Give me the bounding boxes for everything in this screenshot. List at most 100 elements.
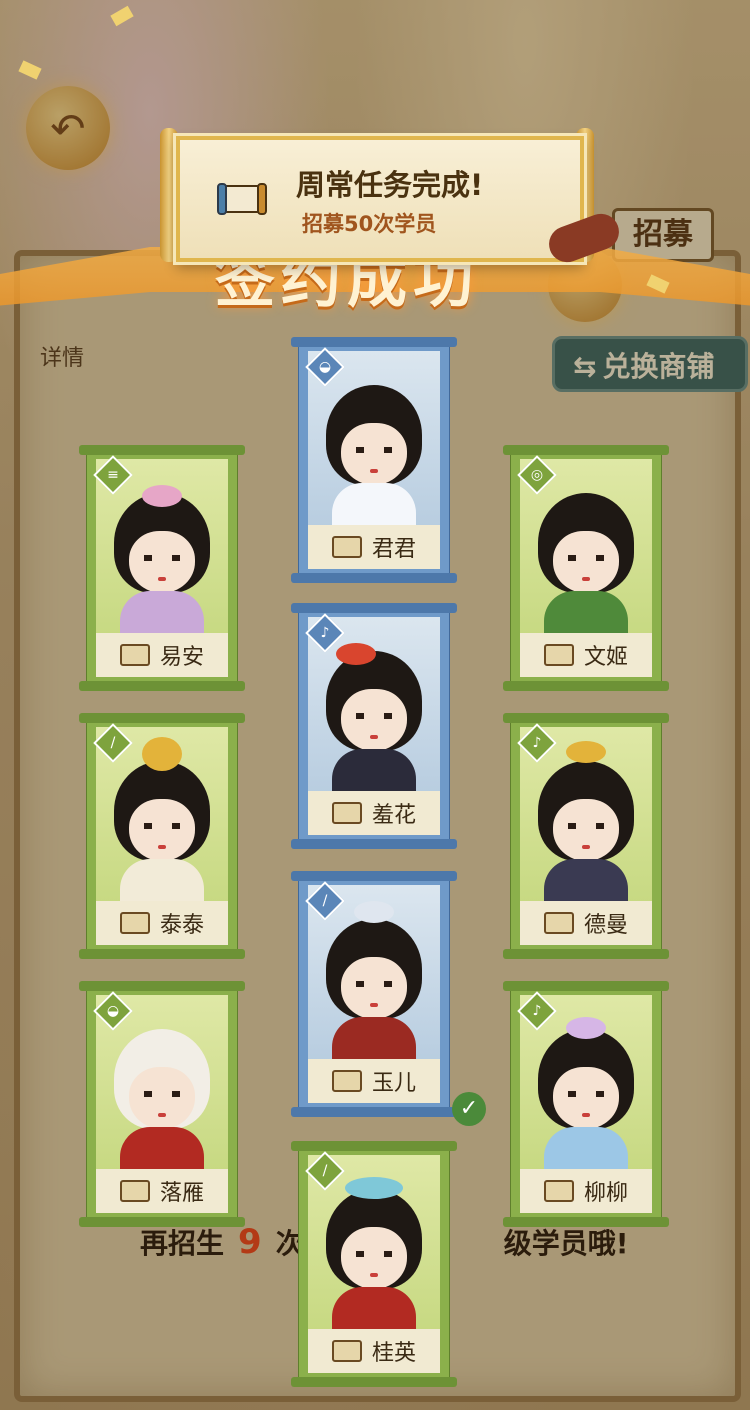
portrait-outfit — [544, 1127, 628, 1175]
card-rod — [79, 681, 245, 691]
scroll-icon — [119, 1180, 150, 1202]
recruit-hint-prefix: 再招生 — [140, 1227, 225, 1260]
portrait-eyes — [356, 981, 392, 987]
portrait-outfit — [544, 591, 628, 639]
portrait-lips — [582, 577, 590, 581]
card-rod — [503, 681, 669, 691]
portrait-eyes — [356, 1251, 392, 1257]
scroll-icon — [119, 644, 150, 666]
student-name: 落雁 — [159, 1181, 204, 1206]
task-complete-toast: 周常任务完成! 招募50次学员 — [176, 136, 584, 262]
recruit-hint-count: 9 — [238, 1222, 262, 1262]
toast-title: 周常任务完成! — [296, 168, 484, 202]
portrait-crown — [566, 741, 606, 763]
student-name: 泰泰 — [159, 913, 204, 938]
student-card[interactable]: ≡ 易安 — [79, 445, 245, 691]
student-card[interactable]: ◒ 君君 — [291, 337, 457, 583]
portrait-face — [341, 1227, 407, 1289]
card-rod — [291, 337, 457, 347]
check-icon: ✓ — [452, 1092, 486, 1126]
portrait-face — [129, 1067, 195, 1129]
student-namebar: 泰泰 — [96, 901, 228, 945]
scroll-icon — [331, 1340, 362, 1362]
portrait-lips — [370, 1273, 378, 1277]
card-rod — [291, 839, 457, 849]
student-card[interactable]: ◎ 文姬 — [503, 445, 669, 691]
portrait-lips — [158, 1113, 166, 1117]
card-rod — [291, 603, 457, 613]
card-rod — [79, 949, 245, 959]
student-name: 君君 — [371, 537, 416, 562]
card-rod — [291, 573, 457, 583]
student-namebar: 落雁 — [96, 1169, 228, 1213]
portrait-eyes — [568, 823, 604, 829]
card-rod — [503, 981, 669, 991]
recruit-hint-suffix: 级学员哦! — [503, 1227, 629, 1260]
scroll-icon — [331, 1070, 362, 1092]
student-namebar: 玉儿 — [308, 1059, 440, 1103]
scroll-icon — [119, 912, 150, 934]
portrait-lips — [582, 845, 590, 849]
card-rod — [503, 445, 669, 455]
portrait-face — [341, 423, 407, 485]
student-name: 桂英 — [371, 1341, 416, 1366]
card-rod — [503, 949, 669, 959]
portrait-face — [129, 531, 195, 593]
student-card[interactable]: / 泰泰 — [79, 713, 245, 959]
portrait-crown — [142, 737, 182, 771]
card-rod — [291, 1107, 457, 1117]
portrait-eyes — [144, 555, 180, 561]
student-name: 易安 — [159, 645, 204, 670]
student-namebar: 易安 — [96, 633, 228, 677]
card-rod — [503, 713, 669, 723]
student-name: 玉儿 — [371, 1071, 416, 1096]
portrait-face — [553, 799, 619, 861]
student-name: 文姬 — [583, 645, 628, 670]
student-namebar: 君君 — [308, 525, 440, 569]
portrait-outfit — [120, 1127, 204, 1175]
student-card[interactable]: ♪ 德曼 — [503, 713, 669, 959]
portrait-outfit — [120, 859, 204, 907]
scroll-icon — [543, 644, 574, 666]
portrait-eyes — [144, 1091, 180, 1097]
portrait-face — [553, 1067, 619, 1129]
portrait-lips — [158, 577, 166, 581]
portrait-eyes — [568, 555, 604, 561]
portrait-eyes — [144, 823, 180, 829]
card-rod — [79, 981, 245, 991]
student-namebar: 柳柳 — [520, 1169, 652, 1213]
student-card[interactable]: ♪ 羞花 — [291, 603, 457, 849]
portrait-outfit — [332, 1017, 416, 1065]
student-namebar: 文姬 — [520, 633, 652, 677]
card-rod — [291, 1141, 457, 1151]
portrait-outfit — [120, 591, 204, 639]
student-card[interactable]: / 玉儿 — [291, 871, 457, 1117]
scroll-icon — [543, 1180, 574, 1202]
portrait-outfit — [332, 483, 416, 531]
student-card[interactable]: ◒ 落雁 — [79, 981, 245, 1227]
portrait-lips — [582, 1113, 590, 1117]
portrait-face — [129, 799, 195, 861]
student-namebar: 桂英 — [308, 1329, 440, 1373]
student-namebar: 德曼 — [520, 901, 652, 945]
portrait-face — [553, 531, 619, 593]
portrait-face — [341, 957, 407, 1019]
card-rod — [79, 713, 245, 723]
portrait-hair-ornament — [566, 1017, 606, 1039]
portrait-lips — [158, 845, 166, 849]
student-name: 羞花 — [371, 803, 416, 828]
portrait-face — [341, 689, 407, 751]
portrait-crown — [354, 901, 394, 923]
student-name: 德曼 — [583, 913, 628, 938]
student-card[interactable]: ♪ 柳柳 — [503, 981, 669, 1227]
portrait-eyes — [356, 713, 392, 719]
scroll-icon — [217, 183, 267, 215]
student-name: 柳柳 — [583, 1181, 628, 1206]
portrait-lips — [370, 735, 378, 739]
card-rod — [291, 1377, 457, 1387]
portrait-hair-ornament — [142, 485, 182, 507]
portrait-eyes — [568, 1091, 604, 1097]
portrait-lips — [370, 469, 378, 473]
student-card[interactable]: / 桂英 — [291, 1141, 457, 1387]
scroll-icon — [331, 802, 362, 824]
